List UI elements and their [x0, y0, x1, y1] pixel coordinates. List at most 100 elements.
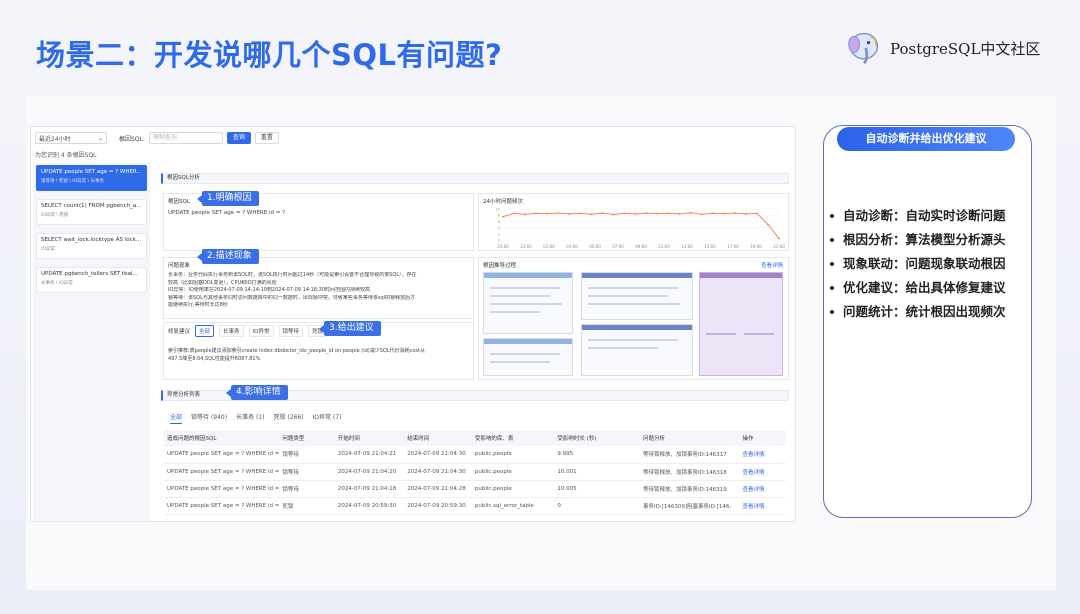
phenomenon-line: 长事务：业务代码执行事务到该SQL时，该SQL执行时间超过14秒（可能是索引设置… — [168, 272, 417, 278]
data-point — [756, 212, 758, 215]
view-detail-link[interactable]: 查看详情 — [739, 446, 786, 464]
list-item: 自动诊断：自动实时诊断问题 — [830, 206, 1006, 230]
tab-lock-wait[interactable]: 锁等待 — [278, 325, 304, 337]
root-sql-text: UPDATE people SET age = ? WHERE id = ? — [168, 210, 286, 216]
fix-text-line: 索引推荐:表people建议添加索引create index dbdoctor_… — [168, 348, 425, 354]
cell-sql: UPDATE people SET age = ? WHERE id = — [164, 480, 280, 498]
list-item[interactable]: SELECT count(1) FROM pgbench_a... IO异常 \… — [36, 199, 147, 225]
derivation-title: 根因推导过程 — [483, 263, 517, 269]
chevron-down-icon: ⌄ — [97, 134, 103, 142]
feature-text: 问题统计：统计根因出现频次 — [843, 304, 1006, 319]
data-point — [524, 213, 526, 216]
x-tick-label: 05:00 — [589, 244, 601, 249]
list-item[interactable]: UPDATE pgbench_tellers SET tbal... 长事务 \… — [36, 267, 147, 293]
tab-long-transaction[interactable]: 长事务 — [219, 325, 244, 337]
fix-text-line: 497.5降至8.04,SQL性能提升6087.81% — [168, 356, 261, 362]
data-point — [612, 213, 615, 216]
view-detail-link[interactable]: 查看详情 — [761, 261, 783, 269]
data-point — [678, 213, 681, 215]
elephant-logo-icon — [848, 32, 879, 65]
callout-phenomenon: 2.描述现象 — [197, 249, 259, 264]
data-point — [711, 212, 714, 215]
feature-text: 现象联动：问题现象联动根因 — [843, 256, 1006, 271]
cell-duration: 10.001 — [554, 463, 641, 481]
cell-start: 2024-07-09 20:59:30 — [334, 497, 405, 515]
x-tick-label: 11:00 — [658, 244, 670, 249]
root-sql-list: UPDATE people SET age = ? WHER... 锁等待 \ … — [33, 163, 150, 521]
view-detail-link[interactable]: 查看详情 — [739, 497, 786, 515]
feature-card-header: 自动诊断并给出优化建议 — [837, 127, 1015, 151]
feature-text: 自动诊断：自动实时诊断问题 — [843, 208, 1006, 223]
y-tick-label: 2 — [498, 232, 500, 236]
cell-table: public.people — [471, 480, 555, 498]
y-tick-label: 4 — [498, 226, 501, 230]
anomaly-table: 造成问题的根因SQL 问题类型 开始时间 结束时间 受影响的库、表 受影响时长 … — [164, 430, 786, 515]
list-item: 优化建议：给出具体修复建议 — [830, 278, 1006, 302]
column-header: 结束时间 — [404, 430, 472, 446]
y-tick-label: 10 — [496, 208, 500, 212]
x-tick-label: 03:00 — [566, 244, 578, 249]
list-item[interactable]: SELECT wait_lock.locktype AS lock... IO异… — [36, 233, 147, 259]
derivation-card: 根因推导过程 查看详情 — [478, 257, 789, 380]
y-tick-label: 8 — [498, 214, 500, 218]
anomaly-tabs: 全部 锁等待 (940) 长事务 (1) 死锁 (266) IO异常 (7) — [170, 412, 341, 424]
x-tick-label: 15:00 — [704, 244, 716, 249]
list-item: 现象联动：问题现象联动根因 — [830, 254, 1006, 278]
phenomenon-line: 能继续执行,等待时长达8秒 — [168, 302, 228, 308]
list-item-tags: IO异常 — [41, 247, 55, 252]
bullet-icon — [830, 213, 834, 218]
search-input[interactable]: 模糊查询 — [148, 132, 223, 144]
data-point — [513, 212, 515, 215]
list-item-sql: SELECT wait_lock.locktype AS lock... — [41, 237, 142, 243]
frequency-chart-title: 24小时问题频次 — [483, 199, 523, 205]
x-tick-label: 01:00 — [543, 244, 555, 249]
tab-io-anomaly[interactable]: IO异常 (7) — [313, 412, 342, 424]
feature-text: 优化建议：给出具体修复建议 — [843, 280, 1006, 295]
column-header: 问题类型 — [279, 430, 335, 446]
table-header-row: 造成问题的根因SQL 问题类型 开始时间 结束时间 受影响的库、表 受影响时长 … — [164, 430, 786, 446]
reset-button[interactable]: 重置 — [254, 132, 279, 144]
tab-lock-wait[interactable]: 锁等待 (940) — [191, 412, 227, 424]
bullet-icon — [830, 285, 834, 290]
bullet-icon — [830, 237, 834, 242]
list-item-sql: SELECT count(1) FROM pgbench_a... — [41, 203, 142, 209]
table-row: UPDATE people SET age = ? WHERE id = 锁等待… — [164, 480, 786, 498]
cell-type: 锁等待 — [279, 463, 335, 481]
cell-analysis: 等待锁释放、加锁事务ID:146318 — [640, 463, 740, 481]
view-detail-link[interactable]: 查看详情 — [739, 480, 786, 498]
x-tick-label: 07:00 — [612, 244, 624, 249]
data-point — [656, 212, 659, 215]
cell-end: 2024-07-09 21:04:30 — [404, 446, 472, 464]
tab-io-anomaly[interactable]: IO异常 — [248, 325, 274, 337]
phenomenon-text: 长事务：业务代码执行事务到该SQL时，该SQL执行时间超过14秒（可能是索引设置… — [168, 272, 469, 310]
data-point — [667, 212, 670, 215]
tab-all[interactable]: 全部 — [170, 412, 183, 424]
x-tick-label: 21:00 — [773, 244, 785, 249]
data-point — [568, 213, 571, 215]
cell-sql: UPDATE people SET age = ? WHERE id = — [164, 463, 280, 481]
callout-suggestion: 3.给出建议 — [319, 321, 381, 336]
frequency-line-chart: 108642021:00 23:00 01:00 03:00 05:00 07:00 09:… — [496, 208, 786, 250]
frequency-chart-card: 24小时问题频次 10 8 6 4 2 0 21:00 23:00 01:00 03:00 05:0… — [478, 193, 789, 251]
bullet-icon — [830, 261, 834, 266]
list-item-tags: IO异常 \ 死锁 — [41, 213, 69, 218]
view-detail-link[interactable]: 查看详情 — [739, 463, 786, 481]
cell-end: 2024-07-09 21:04:30 — [404, 463, 472, 481]
cell-end: 2024-07-09 21:04:28 — [404, 480, 472, 498]
query-button[interactable]: 查询 — [226, 132, 251, 144]
series-line — [502, 212, 780, 239]
tab-long-transaction[interactable]: 长事务 (1) — [236, 412, 264, 424]
root-sql-title: 根因SQL — [168, 199, 190, 205]
data-point — [502, 215, 504, 218]
root-sql-label: 根因SQL: — [119, 135, 145, 143]
cell-duration: 9.995 — [554, 446, 641, 464]
list-item[interactable]: UPDATE people SET age = ? WHER... 锁等待 \ … — [36, 165, 147, 191]
feature-list: 自动诊断：自动实时诊断问题 根因分析：算法模型分析源头 现象联动：问题现象联动根… — [830, 206, 1006, 326]
data-point — [557, 212, 560, 214]
time-range-select[interactable]: 最近24小时 ⌄ — [35, 132, 107, 144]
tab-deadlock[interactable]: 死锁 (266) — [273, 412, 303, 424]
callout-impact: 4.影响详情 — [226, 385, 288, 400]
data-point — [722, 212, 725, 215]
flow-box — [699, 272, 783, 376]
tab-all[interactable]: 全部 — [195, 325, 215, 337]
